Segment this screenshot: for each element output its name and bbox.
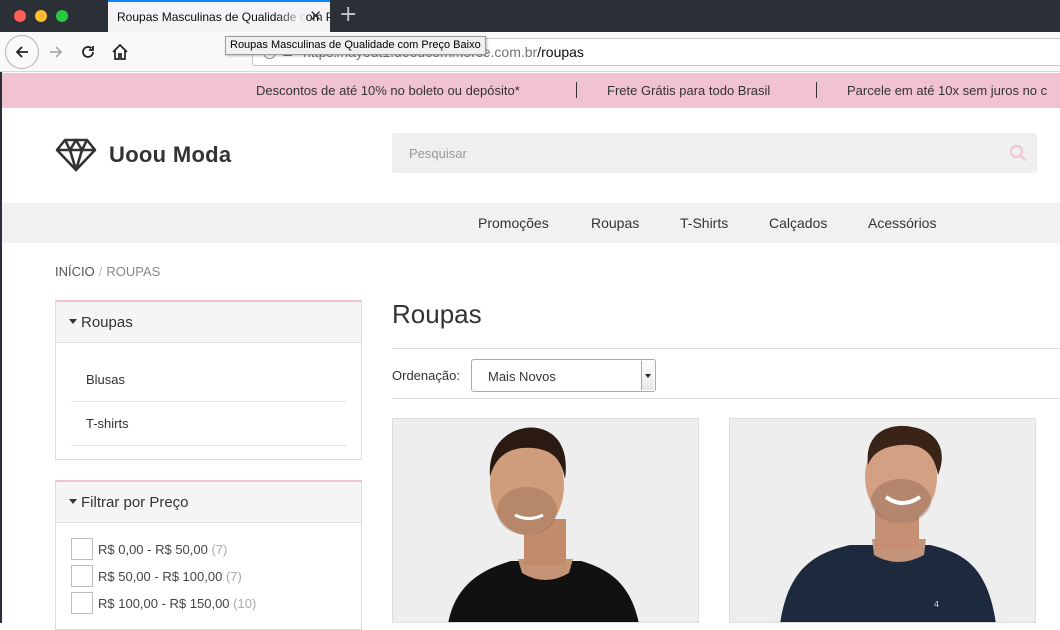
url-path: /roupas: [537, 44, 584, 60]
category-filter-box: Roupas Blusas T-shirts: [55, 300, 362, 460]
price-range-count: (7): [225, 569, 242, 584]
browser-tab[interactable]: Roupas Masculinas de Qualidade com Preço…: [108, 0, 330, 32]
breadcrumb-current: ROUPAS: [106, 264, 161, 279]
page-title: Roupas: [392, 299, 482, 329]
new-tab-button[interactable]: +: [339, 2, 357, 27]
main-menu: Promoções Roupas T-Shirts Calçados Acess…: [2, 203, 1060, 243]
category-item-tshirts[interactable]: T-shirts: [71, 402, 346, 446]
caret-down-icon: [69, 318, 77, 324]
price-range-text: R$ 50,00 - R$ 100,00: [98, 569, 223, 584]
menu-item-promocoes[interactable]: Promoções: [478, 215, 549, 231]
minimize-window-button[interactable]: [35, 10, 47, 22]
search-box: [392, 133, 1037, 173]
diamond-icon: [55, 138, 97, 172]
price-filter-header[interactable]: Filtrar por Preço: [56, 482, 361, 523]
price-range-text: R$ 0,00 - R$ 50,00: [98, 542, 208, 557]
category-filter-header[interactable]: Roupas: [56, 302, 361, 343]
product-card-image[interactable]: [392, 418, 699, 623]
breadcrumb: INÍCIO / ROUPAS: [55, 264, 160, 279]
price-range-label: R$ 50,00 - R$ 100,00 (7): [98, 569, 242, 584]
sort-label: Ordenação:: [392, 368, 460, 383]
search-input[interactable]: [392, 133, 992, 173]
browser-titlebar: Roupas Masculinas de Qualidade com Preço…: [0, 0, 1060, 32]
breadcrumb-home[interactable]: INÍCIO: [55, 264, 95, 279]
promo-item: Parcele em até 10x sem juros no c: [847, 83, 1048, 98]
menu-item-acessorios[interactable]: Acessórios: [868, 215, 936, 231]
price-range-label: R$ 0,00 - R$ 50,00 (7): [98, 542, 227, 557]
promo-divider: [816, 82, 817, 98]
category-filter-title: Roupas: [81, 314, 133, 331]
forward-button[interactable]: [40, 36, 72, 68]
browser-navbar: https://layout1.uooucommerce.com.br/roup…: [0, 32, 1060, 72]
product-photo: [393, 419, 698, 622]
price-range-label: R$ 100,00 - R$ 150,00 (10): [98, 596, 256, 611]
divider: [392, 398, 1060, 399]
price-range-checkbox[interactable]: [71, 565, 93, 587]
menu-item-roupas[interactable]: Roupas: [591, 215, 639, 231]
breadcrumb-separator: /: [98, 264, 103, 279]
logo-text: Uoou Moda: [109, 142, 232, 167]
price-filter-box: Filtrar por Preço R$ 0,00 - R$ 50,00 (7)…: [55, 480, 362, 630]
forward-arrow-icon: [50, 46, 63, 58]
promo-divider: [576, 82, 577, 98]
divider: [392, 348, 1060, 349]
window-edge: [0, 72, 2, 623]
product-card-image[interactable]: 4: [729, 418, 1036, 623]
reload-icon: [82, 46, 94, 58]
promo-item: Descontos de até 10% no boleto ou depósi…: [256, 83, 520, 98]
reload-button[interactable]: [72, 36, 104, 68]
back-arrow-icon: [15, 46, 28, 58]
tab-tooltip: Roupas Masculinas de Qualidade com Preço…: [225, 36, 486, 55]
dropdown-arrow-icon[interactable]: [641, 361, 654, 390]
sort-value: Mais Novos: [488, 369, 556, 384]
price-filter-title: Filtrar por Preço: [81, 494, 189, 511]
shirt-mark: 4: [934, 600, 939, 609]
price-range-checkbox[interactable]: [71, 592, 93, 614]
menu-item-calcados[interactable]: Calçados: [769, 215, 827, 231]
search-icon[interactable]: [1009, 144, 1027, 162]
site-logo[interactable]: Uoou Moda: [55, 138, 231, 172]
sort-select[interactable]: Mais Novos: [471, 359, 656, 392]
close-window-button[interactable]: [14, 10, 26, 22]
price-range-checkbox[interactable]: [71, 538, 93, 560]
tab-close-icon[interactable]: ✕: [309, 7, 322, 25]
caret-down-icon: [69, 498, 77, 504]
category-item-blusas[interactable]: Blusas: [71, 358, 346, 402]
menu-item-tshirts[interactable]: T-Shirts: [680, 215, 728, 231]
promo-item: Frete Grátis para todo Brasil: [607, 83, 771, 98]
price-range-count: (10): [233, 596, 257, 611]
home-button[interactable]: [104, 36, 136, 68]
product-photo: 4: [730, 419, 1035, 622]
price-range-text: R$ 100,00 - R$ 150,00: [98, 596, 230, 611]
price-range-count: (7): [211, 542, 228, 557]
tab-fade: [276, 2, 306, 32]
promo-bar: Descontos de até 10% no boleto ou depósi…: [2, 73, 1060, 108]
back-button[interactable]: [5, 35, 39, 69]
maximize-window-button[interactable]: [56, 10, 68, 22]
home-icon: [112, 43, 128, 60]
